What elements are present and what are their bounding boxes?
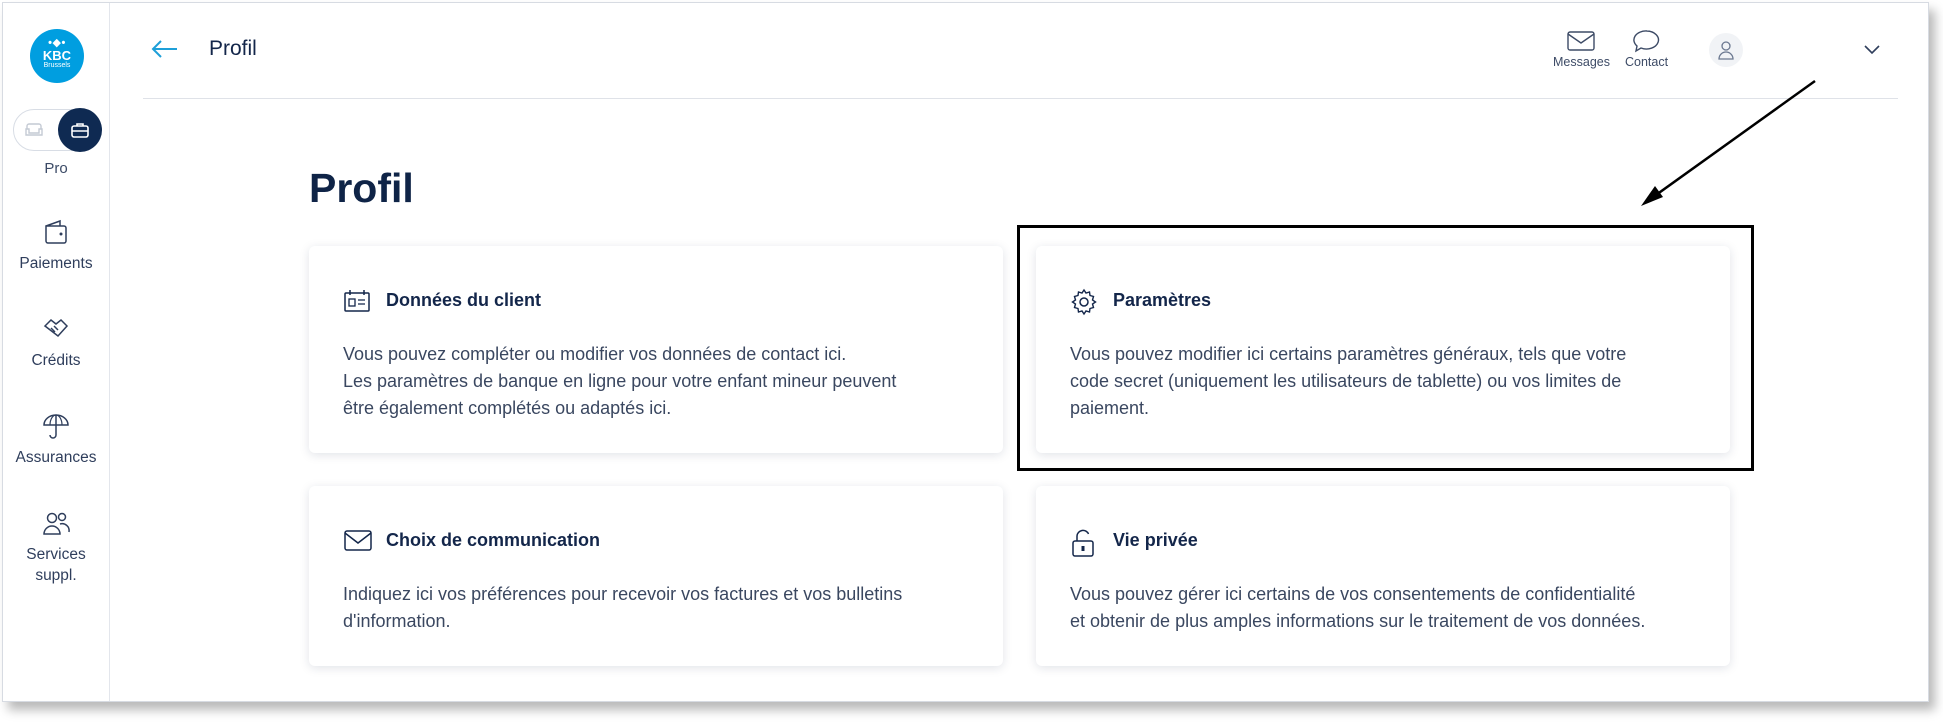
desc-line: et obtenir de plus amples informations s…	[1070, 611, 1646, 631]
header-title: Profil	[209, 37, 257, 60]
desc-line: Vous pouvez compléter ou modifier vos do…	[343, 344, 847, 364]
logo-brand: KBC	[42, 48, 72, 63]
avatar[interactable]	[1709, 33, 1743, 67]
sidebar-item-label: Paiements	[19, 255, 93, 272]
header-divider	[143, 98, 1898, 99]
card-description: Indiquez ici vos préférences pour recevo…	[343, 581, 963, 635]
envelope-icon	[1567, 31, 1596, 51]
label-line: suppl.	[35, 567, 77, 584]
messages-button[interactable]: Messages	[1553, 29, 1610, 69]
sidebar: •◆• KBC Brussels Pro Paiements Crédits A…	[3, 3, 110, 701]
messages-label: Messages	[1553, 55, 1610, 69]
sidebar-item-label: Services suppl.	[3, 544, 109, 586]
desc-line: code secret (uniquement les utilisateurs…	[1070, 371, 1622, 391]
desc-line: Indiquez ici vos préférences pour recevo…	[343, 584, 903, 604]
sidebar-item-assurances[interactable]: Assurances	[3, 411, 109, 468]
card-title: Données du client	[386, 290, 542, 310]
users-icon	[43, 512, 70, 535]
card-vie-privee[interactable]: Vie privée Vous pouvez gérer ici certain…	[1036, 486, 1730, 666]
chat-bubble-icon	[1632, 30, 1659, 53]
annotation-arrow-icon	[1641, 79, 1816, 206]
gear-icon	[1071, 288, 1097, 316]
card-choix-communication[interactable]: Choix de communication Indiquez ici vos …	[309, 486, 1003, 666]
desc-line: être également complétés ou adaptés ici.	[343, 398, 672, 418]
desc-line: paiement.	[1070, 398, 1150, 418]
umbrella-icon	[43, 414, 69, 439]
app-window: •◆• KBC Brussels Pro Paiements Crédits A…	[2, 2, 1929, 702]
sidebar-item-services[interactable]: Services suppl.	[3, 508, 109, 586]
sofa-icon[interactable]	[24, 120, 44, 140]
back-arrow-icon[interactable]	[149, 37, 179, 61]
desc-line: Vous pouvez modifier ici certains paramè…	[1070, 344, 1627, 364]
sidebar-item-label: Assurances	[15, 449, 97, 466]
page-title: Profil	[309, 165, 414, 211]
id-card-icon	[344, 290, 370, 312]
briefcase-icon[interactable]	[58, 108, 102, 152]
card-description: Vous pouvez gérer ici certains de vos co…	[1070, 581, 1690, 635]
chevron-down-icon[interactable]	[1863, 43, 1881, 61]
mode-label: Pro	[44, 160, 68, 177]
card-parametres[interactable]: Paramètres Vous pouvez modifier ici cert…	[1036, 246, 1730, 453]
card-title: Paramètres	[1113, 290, 1212, 310]
label-line: Services	[26, 546, 86, 563]
envelope-icon	[344, 530, 372, 551]
card-description: Vous pouvez compléter ou modifier vos do…	[343, 341, 963, 422]
card-donnees-client[interactable]: Données du client Vous pouvez compléter …	[309, 246, 1003, 453]
logo-city: Brussels	[43, 62, 71, 69]
contact-button[interactable]: Contact	[1625, 29, 1668, 69]
kbc-logo[interactable]: •◆• KBC Brussels	[30, 29, 84, 83]
card-description: Vous pouvez modifier ici certains paramè…	[1070, 341, 1690, 422]
desc-line: d'information.	[343, 611, 451, 631]
unlock-icon	[1072, 529, 1094, 557]
sidebar-item-credits[interactable]: Crédits	[3, 314, 109, 371]
wallet-icon	[45, 219, 67, 244]
private-pro-toggle[interactable]	[13, 108, 102, 152]
contact-label: Contact	[1625, 55, 1669, 69]
desc-line: Vous pouvez gérer ici certains de vos co…	[1070, 584, 1636, 604]
card-title: Choix de communication	[386, 530, 601, 550]
desc-line: Les paramètres de banque en ligne pour v…	[343, 371, 897, 391]
card-title: Vie privée	[1113, 530, 1198, 550]
sidebar-item-paiements[interactable]: Paiements	[3, 217, 109, 274]
sidebar-item-label: Crédits	[31, 352, 81, 369]
user-icon	[1718, 41, 1734, 60]
handshake-icon	[43, 318, 69, 338]
